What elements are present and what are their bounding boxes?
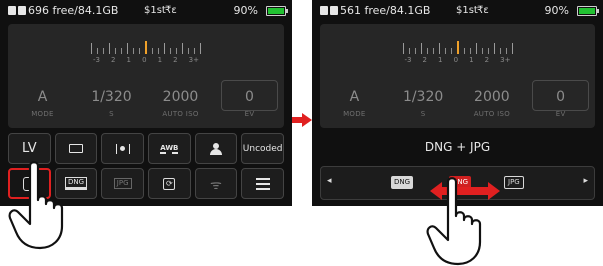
iso-value[interactable]: 2000 AUTO ISO <box>458 80 527 124</box>
iso-value[interactable]: 2000 AUTO ISO <box>146 80 215 124</box>
scale-label: 1 <box>126 56 132 64</box>
storage-icons <box>8 6 26 15</box>
status-bar: 696 free/84.1GB $1st ₹ε 90% <box>0 0 292 22</box>
exposure-compensation-value[interactable]: 0 EV <box>215 80 284 124</box>
scale-label: 2 <box>173 56 178 64</box>
drive-mode-indicator: $1st <box>456 5 478 16</box>
scale-label: 0 <box>142 56 147 64</box>
status-bar: 561 free/84.1GB $1st ₹ε 90% <box>312 0 603 22</box>
battery-percent: 90% <box>544 4 569 17</box>
scale-label: 3+ <box>500 56 511 64</box>
metering-button[interactable] <box>101 133 144 164</box>
rotate-button[interactable]: ⟳ <box>148 168 191 199</box>
scale-label: 2 <box>422 56 427 64</box>
scale-label: 1 <box>157 56 163 64</box>
mode-value[interactable]: A MODE <box>8 80 77 124</box>
scale-label: 2 <box>111 56 116 64</box>
white-balance-button[interactable]: AWB <box>148 133 191 164</box>
metering-icon <box>115 143 130 154</box>
scale-label: 0 <box>453 56 459 64</box>
awb-icon: AWB <box>160 143 179 154</box>
menu-icon <box>255 177 270 190</box>
exposure-panel: -3 2 1 0 1 2 3+ A MODE 1/320 S 2000 AUTO… <box>8 24 284 128</box>
format-option-jpg[interactable]: JPG <box>504 176 524 189</box>
scale-label: 1 <box>438 56 443 64</box>
jpg-icon: JPG <box>113 178 132 189</box>
wifi-icon: ᯤ <box>210 177 222 193</box>
storage-icons <box>320 6 338 15</box>
battery-percent: 90% <box>233 4 258 17</box>
shutter-speed-value[interactable]: 1/320 S <box>389 80 458 124</box>
transition-arrow-icon <box>292 113 312 127</box>
scale-label: 3+ <box>188 56 199 64</box>
storage-readout: 696 free/84.1GB <box>28 4 119 17</box>
battery-icon <box>266 6 288 16</box>
scale-label: 1 <box>469 56 474 64</box>
frame-icon <box>68 144 83 153</box>
exposure-compensation-value[interactable]: 0 EV <box>526 80 595 124</box>
main-menu-button[interactable] <box>241 168 284 199</box>
scale-label: -3 <box>93 56 100 64</box>
exposure-meter-scale: -3 2 1 0 1 2 3+ <box>402 40 513 70</box>
scroll-left-icon[interactable]: ◂ <box>327 176 332 186</box>
file-format-title: DNG + JPG <box>424 140 491 154</box>
scale-label: 2 <box>484 56 490 64</box>
lens-detection-button[interactable]: Uncoded <box>241 133 284 164</box>
battery-icon <box>577 6 599 16</box>
storage-readout: 561 free/84.1GB <box>340 4 431 17</box>
exposure-panel: -3 2 1 0 1 2 3+ A MODE 1/320 S 2000 AUTO… <box>320 24 595 128</box>
jpg-settings-button[interactable]: JPG <box>101 168 144 199</box>
format-option-dng[interactable]: DNG <box>391 176 414 189</box>
person-icon <box>209 142 222 155</box>
wifi-button[interactable]: ᯤ <box>194 168 238 199</box>
swiping-hand-icon <box>426 177 482 266</box>
mode-value[interactable]: A MODE <box>320 80 389 124</box>
scroll-right-icon[interactable]: ▸ <box>583 176 588 186</box>
user-profile-button[interactable] <box>194 133 238 164</box>
drive-mode-indicator: $1st <box>144 5 166 16</box>
rotate-icon: ⟳ <box>163 177 176 190</box>
shutter-speed-value[interactable]: 1/320 S <box>77 80 146 124</box>
scale-label: -3 <box>404 56 412 64</box>
exposure-meter-scale: -3 2 1 0 1 2 3+ <box>91 40 201 70</box>
pointing-hand-icon <box>8 161 64 250</box>
